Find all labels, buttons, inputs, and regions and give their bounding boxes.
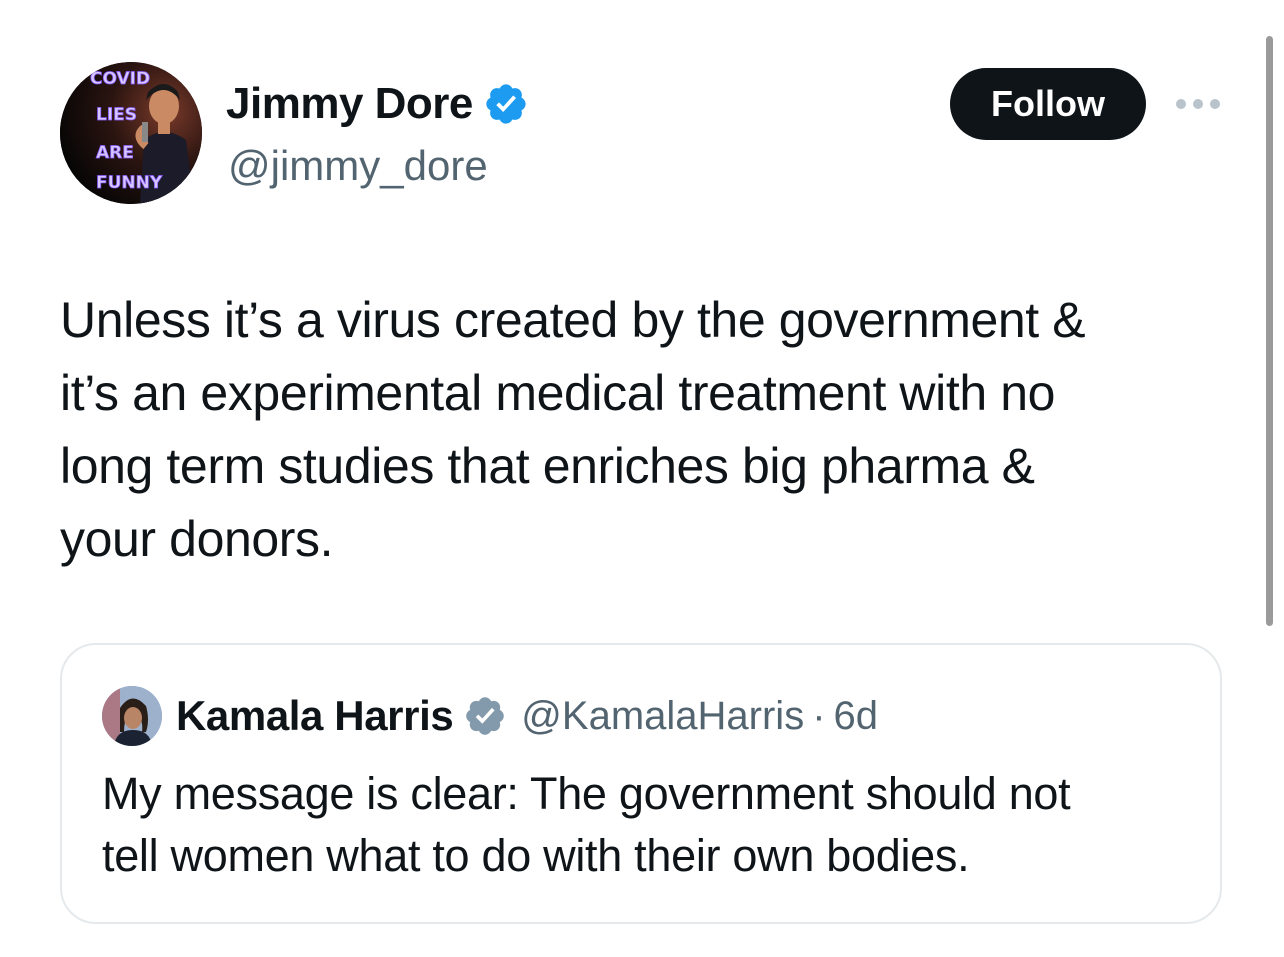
avatar-word: ARE [96, 143, 134, 163]
avatar-word: COVID [90, 69, 150, 89]
quoted-author-avatar[interactable] [102, 686, 162, 746]
author-display-name[interactable]: Jimmy Dore [226, 78, 473, 130]
quoted-author-handle[interactable]: @KamalaHarris [521, 694, 804, 739]
tweet-text: Unless it’s a virus created by the gover… [60, 292, 1086, 567]
quoted-separator: · [812, 693, 826, 738]
quoted-tweet-header: Kamala Harris @KamalaHarris · 6d [102, 685, 878, 747]
quoted-tweet-text: My message is clear: The government shou… [102, 768, 1071, 881]
avatar-word: FUNNY [96, 173, 163, 193]
quoted-author-name[interactable]: Kamala Harris [176, 692, 454, 740]
quoted-timestamp[interactable]: 6d [834, 694, 879, 739]
author-handle[interactable]: @jimmy_dore [228, 140, 488, 192]
more-options-button[interactable] [1170, 88, 1226, 120]
more-options-icon [1176, 99, 1220, 109]
verified-badge-icon [486, 84, 526, 124]
quoted-tweet-card[interactable]: Kamala Harris @KamalaHarris · 6d My mess… [60, 643, 1222, 924]
tweet-page: COVID LIES ARE FUNNY Jimmy Dore @jimmy_d… [0, 0, 1284, 957]
scrollbar[interactable] [1266, 36, 1273, 626]
author-name-row: Jimmy Dore [226, 78, 529, 130]
government-verified-badge-icon [466, 697, 505, 735]
avatar-word: LIES [96, 105, 137, 125]
follow-button[interactable]: Follow [950, 68, 1146, 140]
author-avatar[interactable]: COVID LIES ARE FUNNY [60, 62, 202, 204]
